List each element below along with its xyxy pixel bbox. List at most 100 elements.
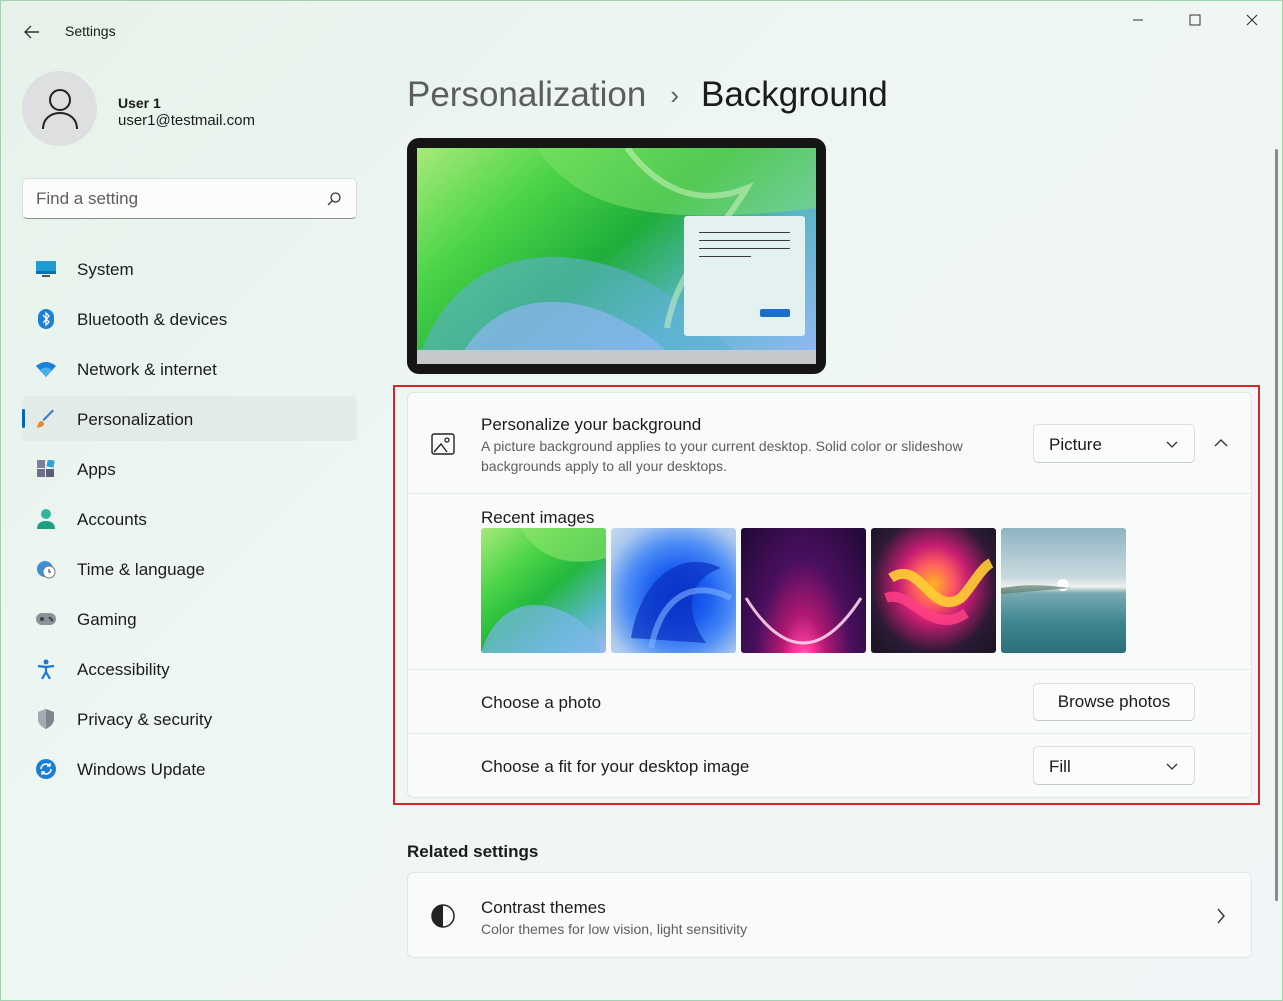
dropdown-value: Fill [1049,757,1071,776]
chevron-down-icon [1166,441,1178,448]
title-bar: Settings [1,1,1282,61]
sidebar-item-label: Personalization [77,410,194,429]
fit-label: Choose a fit for your desktop image [481,757,750,776]
recent-image-thumbnail[interactable] [481,528,606,653]
contrast-themes-description: Color themes for low vision, light sensi… [481,921,748,937]
background-type-dropdown[interactable]: Picture [1033,424,1195,463]
sidebar-item-accessibility[interactable]: Accessibility [22,646,357,691]
sidebar-item-label: Accounts [77,510,147,529]
sidebar-item-network[interactable]: Network & internet [22,346,357,391]
monitor-icon [36,259,56,279]
dropdown-value: Picture [1049,435,1102,454]
chevron-down-icon [1166,763,1178,770]
minimize-icon [1133,19,1143,21]
sidebar-item-label: Bluetooth & devices [77,310,228,329]
contrast-themes-title: Contrast themes [481,898,606,917]
person-avatar-icon [41,88,78,129]
breadcrumb: Personalization › Background [407,73,888,117]
maximize-button[interactable] [1172,5,1218,35]
sidebar-item-time-language[interactable]: Time & language [22,546,357,591]
search-icon[interactable] [326,191,342,207]
minimize-button[interactable] [1115,5,1161,35]
back-button[interactable] [17,19,47,45]
personalize-description: A picture background applies to your cur… [481,438,963,474]
green-swirl-art [481,528,606,653]
related-settings-heading: Related settings [407,842,539,861]
sidebar-item-apps[interactable]: Apps [22,446,357,491]
app-title: Settings [65,23,116,39]
choose-photo-label: Choose a photo [481,693,602,712]
preview-taskbar [417,350,816,364]
divider [408,493,1251,494]
sidebar-item-label: Windows Update [77,760,206,779]
sidebar-item-label: System [77,260,134,279]
maximize-icon [1189,14,1201,26]
shield-icon [36,709,56,729]
recent-images-label: Recent images [481,508,595,527]
bluetooth-icon [36,309,56,329]
sidebar-item-system[interactable]: System [22,246,357,291]
recent-image-thumbnail[interactable] [1001,528,1126,653]
close-icon [1246,14,1258,26]
settings-window: Settings User 1 user1@testmail.com Syste… [0,0,1283,1001]
gamepad-icon [36,609,56,629]
recent-images-list [481,528,1131,653]
desktop-preview [407,138,826,374]
sidebar-item-windows-update[interactable]: Windows Update [22,746,357,791]
preview-button [760,309,790,317]
colorful-ribbon-art [884,558,994,625]
sidebar-nav: System Bluetooth & devices Network & int… [22,246,357,796]
accessibility-icon [36,659,56,679]
sidebar-item-accounts[interactable]: Accounts [22,496,357,541]
preview-line [699,256,751,257]
recent-image-thumbnail[interactable] [741,528,866,653]
contrast-icon [431,904,455,928]
contrast-themes-card[interactable]: Contrast themes Color themes for low vis… [407,872,1252,958]
purple-glow-art [744,597,863,645]
lake-sunrise-art [1001,579,1071,594]
sidebar-item-privacy-security[interactable]: Privacy & security [22,696,357,741]
collapse-button[interactable] [1204,426,1238,460]
breadcrumb-separator: › [670,79,679,110]
wifi-icon [36,359,56,379]
page-title: Background [700,75,888,114]
update-icon [36,759,56,779]
browse-photos-button[interactable]: Browse photos [1033,683,1195,721]
recent-image-thumbnail[interactable] [871,528,996,653]
preview-line [699,232,790,233]
user-name: User 1 [118,95,161,111]
personalize-background-card: Personalize your background A picture ba… [407,392,1252,798]
breadcrumb-parent[interactable]: Personalization [407,75,646,115]
preview-line [699,240,790,241]
fit-dropdown[interactable]: Fill [1033,746,1195,785]
sidebar-item-label: Privacy & security [77,710,213,729]
sidebar-item-label: Gaming [77,610,137,629]
preview-line [699,248,790,249]
person-icon [36,509,56,529]
chevron-right-icon [1217,908,1225,924]
sidebar-item-gaming[interactable]: Gaming [22,596,357,641]
blue-bloom-art [631,561,733,649]
preview-window [684,216,805,336]
preview-wallpaper [417,148,816,364]
user-email: user1@testmail.com [118,112,255,129]
chevron-up-icon [1214,439,1228,447]
sidebar-item-label: Time & language [77,560,205,579]
sidebar-item-personalization[interactable]: Personalization [22,396,357,441]
brush-icon [36,409,56,429]
avatar[interactable] [22,71,97,146]
personalize-title: Personalize your background [481,415,702,434]
back-arrow-icon [24,25,39,39]
sidebar-item-bluetooth[interactable]: Bluetooth & devices [22,296,357,341]
apps-icon [36,459,56,479]
scrollbar[interactable] [1275,149,1278,901]
recent-image-thumbnail[interactable] [611,528,736,653]
search-box [22,178,357,219]
close-button[interactable] [1229,5,1275,35]
search-input[interactable] [36,188,316,210]
picture-icon [431,432,455,456]
sidebar-item-label: Network & internet [77,360,217,379]
sidebar-item-label: Accessibility [77,660,170,679]
divider [408,733,1251,734]
divider [408,669,1251,670]
